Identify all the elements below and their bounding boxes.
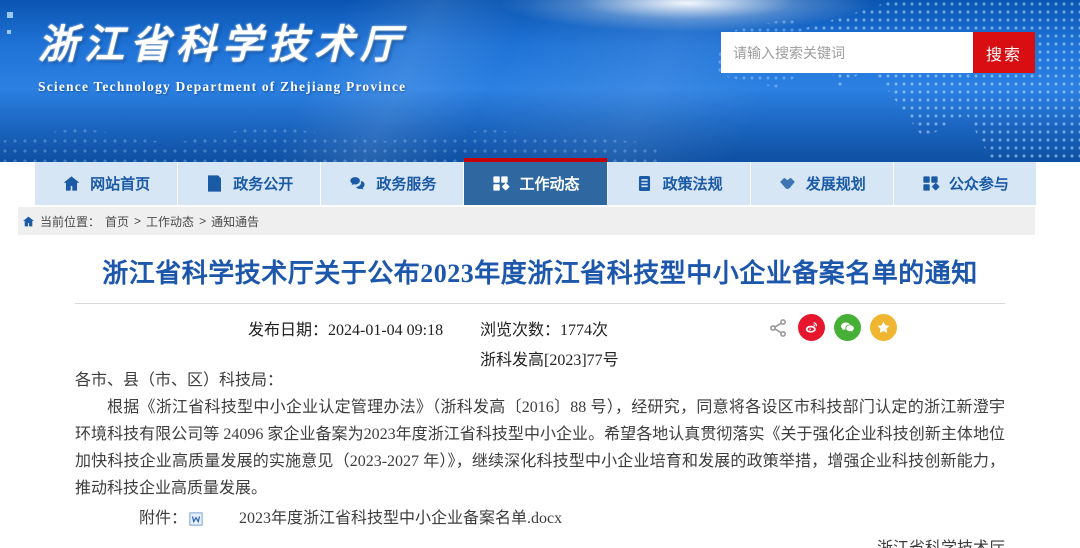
document-number: 浙科发高[2023]77号: [480, 346, 619, 370]
qzone-star-icon[interactable]: [870, 314, 897, 341]
nav-item-label: 发展规划: [806, 173, 866, 194]
wechat-icon[interactable]: [834, 314, 861, 341]
breadcrumb-separator: >: [199, 214, 206, 228]
breadcrumb-home[interactable]: 首页: [105, 213, 129, 230]
article-signature: 浙江省科学技术厅 2023 年12 月28日: [75, 534, 1005, 548]
nav-item-label: 政务服务: [376, 173, 436, 194]
chat-bubbles-icon: [348, 174, 367, 193]
signature-org: 浙江省科学技术厅: [75, 536, 1005, 548]
article: 浙江省科学技术厅关于公布2023年度浙江省科技型中小企业备案名单的通知 发布日期…: [75, 257, 1005, 548]
nav-item-label: 公众参与: [949, 173, 1009, 194]
breadcrumb: 当前位置： 首页 > 工作动态 > 通知通告: [18, 207, 1035, 235]
article-meta: 发布日期：2024-01-04 09:18 浏览次数：1774次 浙科发高[20…: [75, 304, 1005, 358]
nav-item-gov-service[interactable]: 政务服务: [321, 162, 464, 205]
nav-item-label: 政务公开: [233, 173, 293, 194]
corner-square-decoration: [7, 12, 13, 18]
attachment-row: 附件： 2023年度浙江省科技型中小企业备案名单.docx: [75, 505, 1005, 532]
grid-squares-icon: [921, 174, 940, 193]
attachment-link[interactable]: 2023年度浙江省科技型中小企业备案名单.docx: [207, 505, 562, 532]
breadcrumb-separator: >: [134, 214, 141, 228]
nav-item-label: 网站首页: [90, 173, 150, 194]
word-doc-icon: [189, 512, 203, 526]
article-body-paragraph: 根据《浙江省科技型中小企业认定管理办法》（浙科发高〔2016〕88 号），经研究…: [75, 394, 1005, 502]
view-count-value: 1774次: [560, 322, 608, 339]
share-bar: [767, 314, 897, 341]
view-count: 浏览次数：1774次: [480, 316, 608, 340]
publish-date: 发布日期：2024-01-04 09:18: [248, 316, 443, 340]
home-icon: [62, 174, 81, 193]
nav-item-gov-info[interactable]: 政务公开: [178, 162, 321, 205]
grid-squares-icon: [491, 174, 510, 193]
breadcrumb-label: 当前位置：: [40, 213, 100, 230]
corner-square-decoration: [7, 30, 11, 34]
nav-item-development-plan[interactable]: 发展规划: [751, 162, 894, 205]
breadcrumb-work-news[interactable]: 工作动态: [146, 213, 194, 230]
article-title: 浙江省科学技术厅关于公布2023年度浙江省科技型中小企业备案名单的通知: [75, 257, 1005, 291]
attachment-label: 附件：: [107, 505, 187, 532]
handshake-icon: [778, 174, 797, 193]
weibo-icon[interactable]: [798, 314, 825, 341]
home-icon: [22, 215, 35, 228]
site-logo: 浙江省科学技术厅 Science Technology Department o…: [38, 12, 406, 95]
light-flare-decoration: [497, 0, 877, 32]
nav-item-work-news[interactable]: 工作动态: [464, 162, 607, 205]
search-button[interactable]: 搜索: [973, 32, 1035, 73]
article-salutation: 各市、县（市、区）科技局：: [75, 367, 1005, 394]
doc-lines-icon: [635, 174, 654, 193]
publish-date-label: 发布日期：: [248, 322, 328, 339]
view-count-label: 浏览次数：: [480, 322, 560, 339]
publish-date-value: 2024-01-04 09:18: [328, 322, 443, 339]
search-input[interactable]: [721, 32, 973, 73]
site-header: 浙江省科学技术厅 Science Technology Department o…: [0, 0, 1080, 162]
document-icon: [205, 174, 224, 193]
nav-item-label: 政策法规: [663, 173, 723, 194]
nav-item-policies[interactable]: 政策法规: [608, 162, 751, 205]
nav-item-public-participation[interactable]: 公众参与: [894, 162, 1036, 205]
site-subtitle: Science Technology Department of Zhejian…: [38, 79, 406, 95]
nav-item-home[interactable]: 网站首页: [35, 162, 178, 205]
search-bar: 搜索: [721, 32, 1035, 73]
breadcrumb-notices[interactable]: 通知通告: [211, 213, 259, 230]
main-nav: 网站首页 政务公开 政务服务 工作动态 政策法规 发展规划: [35, 162, 1036, 205]
site-title: 浙江省科学技术厅: [38, 12, 406, 70]
nav-item-label: 工作动态: [519, 173, 579, 194]
share-nodes-icon[interactable]: [767, 317, 789, 339]
